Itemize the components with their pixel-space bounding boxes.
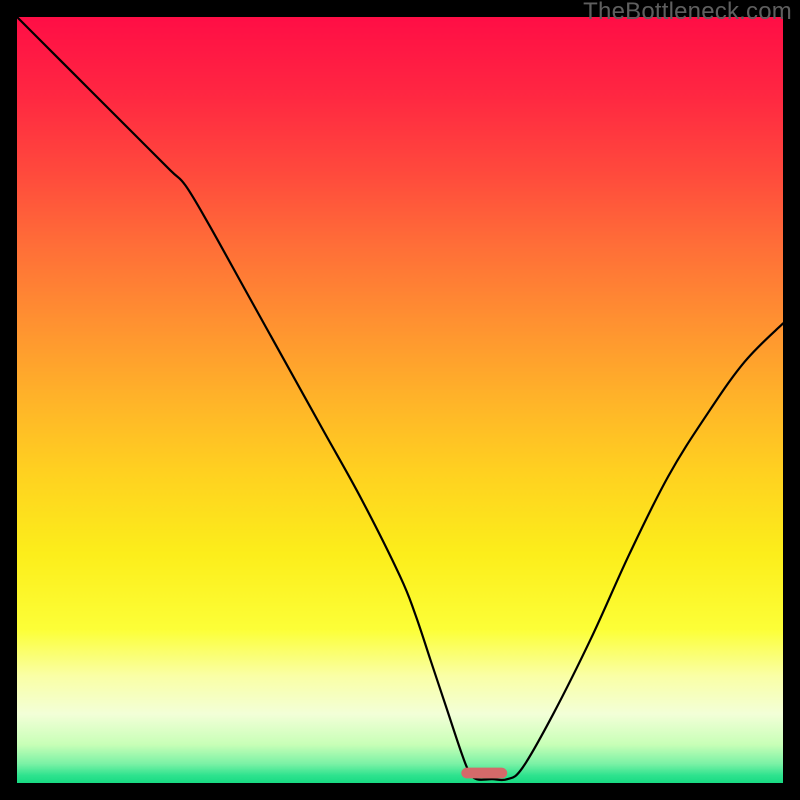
watermark-text: TheBottleneck.com xyxy=(583,0,792,26)
bottleneck-chart xyxy=(17,17,783,783)
